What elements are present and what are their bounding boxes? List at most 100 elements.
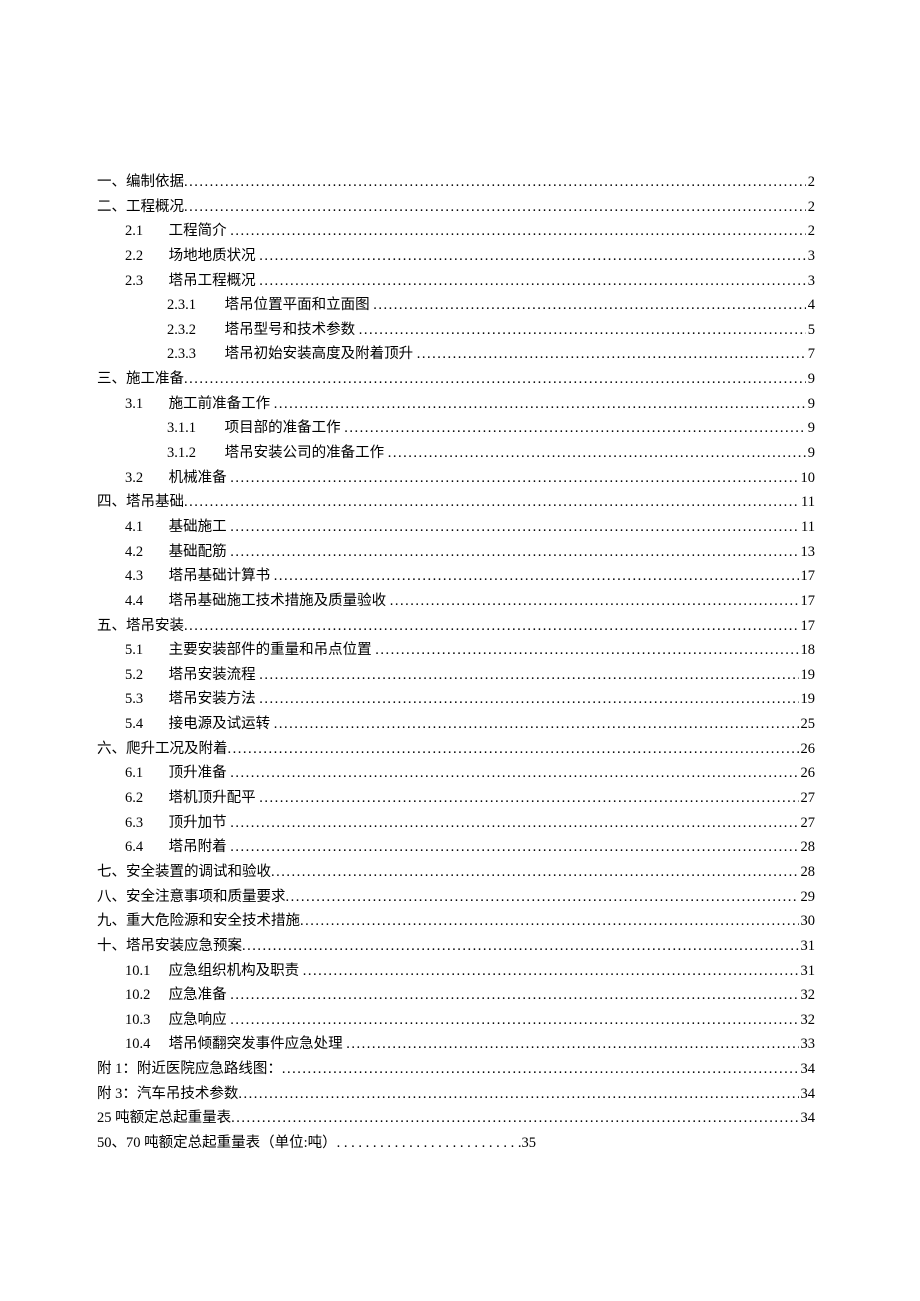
toc-number: 4.1 bbox=[125, 515, 165, 540]
toc-page-number: 28 bbox=[799, 835, 816, 860]
toc-entry: 6.1 顶升准备 26 bbox=[97, 761, 815, 786]
toc-title: 工程简介 bbox=[169, 223, 227, 239]
toc-leader bbox=[375, 638, 798, 663]
toc-page-number: 9 bbox=[806, 367, 815, 392]
toc-page-number: 2 bbox=[806, 195, 815, 220]
toc-entry-label: 6.3 顶升加节 bbox=[125, 811, 230, 836]
toc-title: 四、塔吊基础 bbox=[97, 494, 184, 510]
toc-page-number: 31 bbox=[799, 934, 816, 959]
toc-entry: 4.1 基础施工 11 bbox=[97, 515, 815, 540]
toc-entry: 5.2 塔吊安装流程 19 bbox=[97, 663, 815, 688]
toc-title: 顶升加节 bbox=[169, 815, 227, 831]
toc-page-number: 27 bbox=[799, 811, 816, 836]
toc-page-number: 31 bbox=[799, 959, 816, 984]
toc-entry-label: 5.4 接电源及试运转 bbox=[125, 712, 274, 737]
toc-page-number: 3 bbox=[806, 244, 815, 269]
toc-page-number: 10 bbox=[799, 466, 816, 491]
toc-page-number: 3 bbox=[806, 269, 815, 294]
toc-entry: 6.3 顶升加节 27 bbox=[97, 811, 815, 836]
toc-entry: 2.1 工程简介 2 bbox=[97, 219, 815, 244]
toc-entry: 4.3 塔吊基础计算书 17 bbox=[97, 564, 815, 589]
toc-page-number: 26 bbox=[799, 737, 816, 762]
toc-leader bbox=[184, 367, 806, 392]
toc-entry-label: 5.2 塔吊安装流程 bbox=[125, 663, 259, 688]
toc-title: 基础施工 bbox=[169, 519, 227, 535]
toc-entry: 七、安全装置的调试和验收 28 bbox=[97, 860, 815, 885]
toc-entry: 10.1 应急组织机构及职责 31 bbox=[97, 959, 815, 984]
toc-entry-label: 3.1 施工前准备工作 bbox=[125, 392, 274, 417]
toc-entry: 2.3.1 塔吊位置平面和立面图 4 bbox=[97, 293, 815, 318]
toc-entry-label: 25 吨额定总起重量表 bbox=[97, 1106, 231, 1131]
toc-page-number: 5 bbox=[806, 318, 815, 343]
toc-entry-label: 10.2 应急准备 bbox=[125, 983, 230, 1008]
toc-title: 塔吊型号和技术参数 bbox=[225, 322, 356, 338]
toc-title: 塔吊安装方法 bbox=[169, 691, 256, 707]
toc-title: 接电源及试运转 bbox=[169, 716, 271, 732]
toc-title: 一、编制依据 bbox=[97, 174, 184, 190]
toc-title: 塔吊倾翻突发事件应急处理 bbox=[169, 1036, 343, 1052]
toc-leader bbox=[228, 737, 799, 762]
toc-leader bbox=[417, 342, 806, 367]
toc-title: 应急响应 bbox=[169, 1012, 227, 1028]
toc-title: 七、安全装置的调试和验收 bbox=[97, 864, 271, 880]
toc-entry: 四、塔吊基础11 bbox=[97, 490, 815, 515]
toc-page-number: 29 bbox=[799, 885, 816, 910]
toc-number: 5.3 bbox=[125, 687, 165, 712]
toc-entry: 10.2 应急准备 32 bbox=[97, 983, 815, 1008]
toc-number: 10.4 bbox=[125, 1032, 165, 1057]
toc-page-number: 2 bbox=[806, 219, 815, 244]
toc-leader bbox=[259, 663, 798, 688]
toc-title: 50、70 吨额定总起重量表（单位:吨） bbox=[97, 1135, 337, 1151]
toc-entry: 10.3 应急响应 32 bbox=[97, 1008, 815, 1033]
toc-number: 2.1 bbox=[125, 219, 165, 244]
toc-entry: 6.2 塔机顶升配平 27 bbox=[97, 786, 815, 811]
toc-page-number: 11 bbox=[799, 515, 815, 540]
toc-title: 主要安装部件的重量和吊点位置 bbox=[169, 642, 372, 658]
toc-page-number: 27 bbox=[799, 786, 816, 811]
toc-leader bbox=[274, 712, 799, 737]
toc-number: 4.2 bbox=[125, 540, 165, 565]
toc-entry: 6.4 塔吊附着 28 bbox=[97, 835, 815, 860]
toc-entry-label: 10.4 塔吊倾翻突发事件应急处理 bbox=[125, 1032, 346, 1057]
toc-title: 25 吨额定总起重量表 bbox=[97, 1110, 231, 1126]
toc-entry: 4.2 基础配筋 13 bbox=[97, 540, 815, 565]
toc-leader bbox=[300, 909, 799, 934]
toc-title: 塔吊位置平面和立面图 bbox=[225, 297, 370, 313]
toc-number: 10.1 bbox=[125, 959, 165, 984]
toc-page-number: 25 bbox=[799, 712, 816, 737]
toc-entry-label: 一、编制依据 bbox=[97, 170, 184, 195]
toc-page-number: 30 bbox=[799, 909, 816, 934]
toc-leader bbox=[230, 761, 798, 786]
toc-leader bbox=[359, 318, 806, 343]
toc-number: 2.3.2 bbox=[167, 318, 221, 343]
toc-entry-label: 5.3 塔吊安装方法 bbox=[125, 687, 259, 712]
toc-page-number: 9 bbox=[806, 416, 815, 441]
toc-number: 10.3 bbox=[125, 1008, 165, 1033]
toc-leader bbox=[303, 959, 799, 984]
toc-entry: 2.3 塔吊工程概况 3 bbox=[97, 269, 815, 294]
toc-leader bbox=[230, 1008, 798, 1033]
toc-entry-label: 10.3 应急响应 bbox=[125, 1008, 230, 1033]
toc-entry: 二、工程概况2 bbox=[97, 195, 815, 220]
toc-title: 基础配筋 bbox=[169, 544, 227, 560]
toc-leader bbox=[271, 860, 799, 885]
toc-page-number: 17 bbox=[799, 589, 816, 614]
toc-leader bbox=[259, 244, 806, 269]
toc-title: 机械准备 bbox=[169, 470, 227, 486]
toc-title: 塔吊附着 bbox=[169, 839, 227, 855]
toc-entry: 25 吨额定总起重量表 34 bbox=[97, 1106, 815, 1131]
toc-title: 塔吊安装流程 bbox=[169, 667, 256, 683]
toc-number: 6.1 bbox=[125, 761, 165, 786]
toc-page-number: 28 bbox=[799, 860, 816, 885]
toc-leader bbox=[231, 1106, 798, 1131]
toc-entry-label: 附 3：汽车吊技术参数 bbox=[97, 1082, 238, 1107]
toc-page-number: 17 bbox=[799, 564, 816, 589]
toc-entry: 三、施工准备9 bbox=[97, 367, 815, 392]
toc-leader-short: . . . . . . . . . . . . . . . . . . . . … bbox=[337, 1131, 522, 1156]
toc-leader bbox=[274, 564, 799, 589]
toc-page-number: 34 bbox=[799, 1106, 816, 1131]
toc-title: 塔吊基础施工技术措施及质量验收 bbox=[169, 593, 387, 609]
toc-entry-label: 2.3.3 塔吊初始安装高度及附着顶升 bbox=[167, 342, 417, 367]
toc-number: 3.1.2 bbox=[167, 441, 221, 466]
toc-entry: 10.4 塔吊倾翻突发事件应急处理 33 bbox=[97, 1032, 815, 1057]
